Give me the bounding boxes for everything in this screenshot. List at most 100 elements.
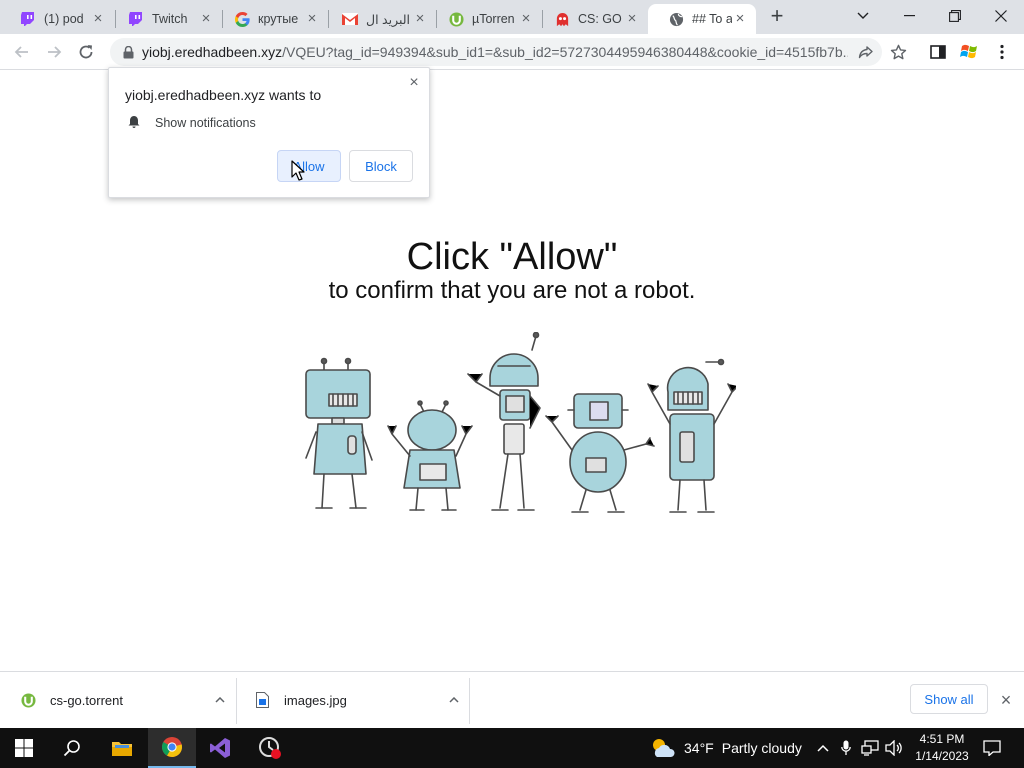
share-button[interactable] xyxy=(854,40,878,64)
chevron-down-icon xyxy=(857,12,869,19)
robot-4 xyxy=(545,393,655,513)
bookmark-button[interactable] xyxy=(886,40,910,64)
download-separator xyxy=(236,678,237,724)
tab-active-page[interactable]: ## To a × xyxy=(648,4,756,34)
speaker-icon xyxy=(885,740,902,756)
globe-icon xyxy=(668,11,684,27)
close-popup-icon[interactable]: × xyxy=(405,74,423,92)
reload-button[interactable] xyxy=(74,40,98,64)
taskbar-file-explorer[interactable] xyxy=(98,728,146,768)
taskbar-app[interactable] xyxy=(246,728,294,768)
download-item-torrent[interactable]: cs-go.torrent xyxy=(20,680,228,720)
forward-arrow-icon xyxy=(48,46,62,58)
close-tab-icon[interactable]: × xyxy=(198,11,214,27)
tab-pod[interactable]: (1) pod × xyxy=(0,4,114,34)
download-filename: images.jpg xyxy=(284,692,347,708)
tab-search-button[interactable] xyxy=(840,0,886,32)
weather-widget[interactable]: 34°F Partly cloudy xyxy=(650,728,802,768)
robot-3 xyxy=(467,332,541,511)
robot-5 xyxy=(647,358,736,513)
reload-icon xyxy=(79,45,93,59)
tab-csgo[interactable]: CS: GO × xyxy=(534,4,648,34)
close-tab-icon[interactable]: × xyxy=(90,11,106,27)
windows-taskbar: 34°F Partly cloudy 4:51 PM 1/14/2023 xyxy=(0,728,1024,768)
gmail-icon xyxy=(342,11,358,27)
folder-icon xyxy=(112,742,132,756)
windows-logo-icon xyxy=(15,739,33,757)
image-file-icon xyxy=(254,692,270,708)
volume-button[interactable] xyxy=(884,738,904,758)
popup-title: yiobj.eredhadbeen.xyz wants to xyxy=(125,87,322,103)
tab-google-search[interactable]: крутые × xyxy=(214,4,328,34)
permission-label: Show notifications xyxy=(155,116,256,130)
lock-icon[interactable] xyxy=(120,44,136,60)
close-tab-icon[interactable]: × xyxy=(412,11,428,27)
downloads-bar: cs-go.torrent images.jpg Show all × xyxy=(0,671,1024,728)
share-icon xyxy=(858,46,873,59)
visual-studio-icon xyxy=(210,738,230,758)
tab-title: Twitch xyxy=(152,12,188,26)
new-tab-button[interactable]: + xyxy=(766,5,788,28)
restore-button[interactable] xyxy=(932,0,978,32)
extension-button[interactable] xyxy=(958,40,982,64)
tab-title: крутые xyxy=(258,12,299,26)
allow-button[interactable]: Allow xyxy=(277,150,341,182)
start-button[interactable] xyxy=(0,728,48,768)
url-host: yiobj.eredhadbeen.xyz xyxy=(142,44,283,60)
chrome-icon xyxy=(162,737,183,758)
notifications-button[interactable] xyxy=(982,738,1002,758)
side-panel-button[interactable] xyxy=(926,40,950,64)
show-hidden-icons-button[interactable] xyxy=(813,738,833,758)
taskbar-visual-studio[interactable] xyxy=(196,728,244,768)
search-icon xyxy=(63,740,80,757)
tab-gmail[interactable]: البريد ال × xyxy=(322,4,436,34)
robot-1 xyxy=(305,357,373,509)
google-icon xyxy=(234,11,250,27)
close-tab-icon[interactable]: × xyxy=(732,11,748,27)
close-tab-icon[interactable]: × xyxy=(518,11,534,27)
close-tab-icon[interactable]: × xyxy=(624,11,640,27)
chevron-up-icon[interactable] xyxy=(212,692,228,708)
network-button[interactable] xyxy=(860,738,880,758)
restore-icon xyxy=(949,10,961,22)
back-arrow-icon xyxy=(14,46,28,58)
tab-title: CS: GO xyxy=(578,12,622,26)
clock-time: 4:51 PM xyxy=(919,732,965,746)
weather-condition: Partly cloudy xyxy=(721,740,802,756)
app-record-icon xyxy=(259,737,281,759)
tab-utorrent[interactable]: µTorren × xyxy=(428,4,542,34)
chevron-up-icon xyxy=(817,744,829,752)
tab-twitch[interactable]: Twitch × xyxy=(108,4,222,34)
url-text[interactable]: yiobj.eredhadbeen.xyz/VQEU?tag_id=949394… xyxy=(142,44,848,60)
tab-title: µTorren xyxy=(472,12,515,26)
windows-flag-icon xyxy=(960,44,977,59)
download-separator xyxy=(469,678,470,724)
url-path: /VQEU?tag_id=949394&sub_id1=&sub_id2=572… xyxy=(282,44,848,60)
close-window-button[interactable] xyxy=(978,0,1024,32)
close-tab-icon[interactable]: × xyxy=(304,11,320,27)
tab-title: ## To a xyxy=(692,12,732,26)
download-item-image[interactable]: images.jpg xyxy=(254,680,462,720)
browser-toolbar: yiobj.eredhadbeen.xyz/VQEU?tag_id=949394… xyxy=(0,34,1024,70)
tab-strip: (1) pod × Twitch × крутые × البريد ال × … xyxy=(0,0,1024,34)
notification-permission-popup: yiobj.eredhadbeen.xyz wants to × Show no… xyxy=(108,67,430,198)
block-button[interactable]: Block xyxy=(349,150,413,182)
microphone-icon xyxy=(841,740,851,755)
twitch-icon xyxy=(128,11,144,27)
chevron-up-icon[interactable] xyxy=(446,692,462,708)
minimize-icon xyxy=(903,15,915,17)
twitch-icon xyxy=(20,11,36,27)
taskbar-chrome[interactable] xyxy=(148,728,196,768)
taskbar-search-button[interactable] xyxy=(48,728,96,768)
system-clock[interactable]: 4:51 PM 1/14/2023 xyxy=(910,731,974,765)
minimize-button[interactable] xyxy=(886,0,932,32)
show-all-downloads-button[interactable]: Show all xyxy=(910,684,988,714)
page-headline: Click "Allow" xyxy=(406,236,618,278)
microphone-button[interactable] xyxy=(836,738,856,758)
forward-button[interactable] xyxy=(42,40,66,64)
address-bar[interactable]: yiobj.eredhadbeen.xyz/VQEU?tag_id=949394… xyxy=(110,38,882,66)
menu-button[interactable] xyxy=(990,40,1014,64)
close-downloads-bar-icon[interactable]: × xyxy=(996,690,1016,710)
back-button[interactable] xyxy=(10,40,34,64)
bell-icon xyxy=(128,116,140,128)
